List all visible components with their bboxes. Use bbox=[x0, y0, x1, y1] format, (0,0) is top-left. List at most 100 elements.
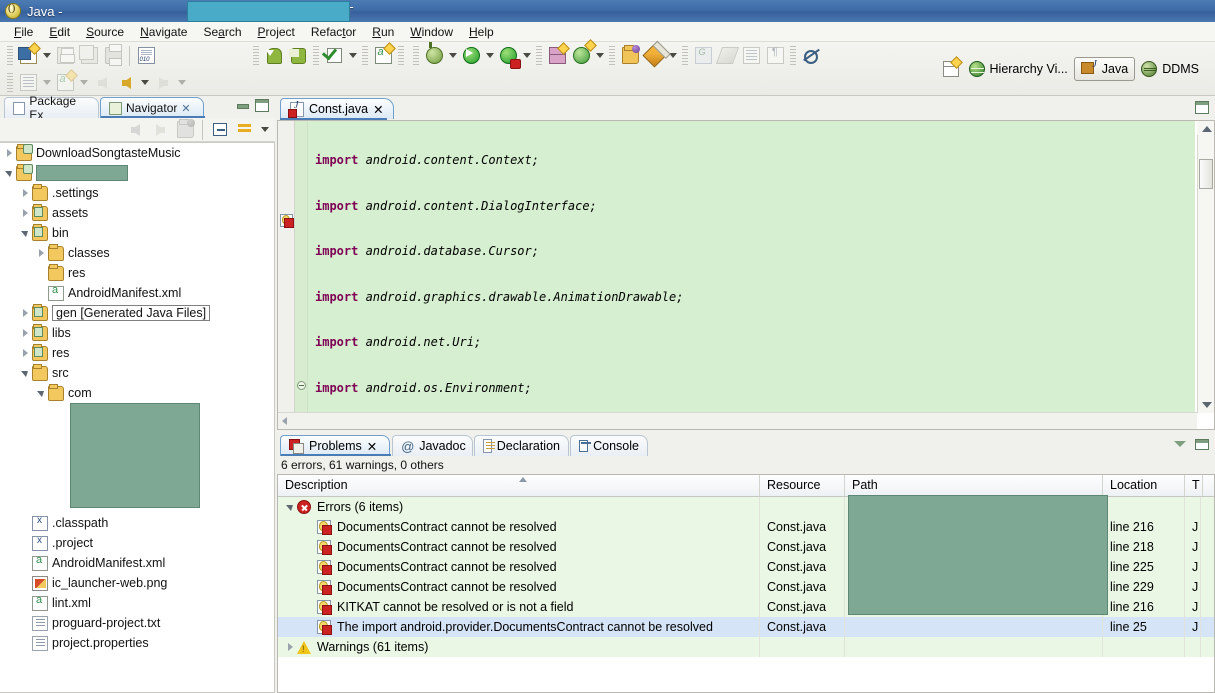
collapse-all-icon[interactable] bbox=[208, 118, 232, 142]
tab-const-java[interactable]: Const.java ✕ bbox=[280, 98, 394, 119]
tab-package-explorer[interactable]: Package Ex bbox=[4, 97, 99, 118]
forward-icon[interactable] bbox=[151, 71, 175, 95]
tree-item[interactable]: AndroidManifest.xml bbox=[0, 283, 274, 303]
tree-item[interactable]: libs bbox=[0, 323, 274, 343]
column-header-path[interactable]: Path bbox=[845, 475, 1103, 496]
save-icon[interactable] bbox=[53, 44, 77, 68]
twisty-collapsed-icon[interactable] bbox=[20, 207, 32, 219]
toolbar-grip[interactable] bbox=[7, 46, 13, 66]
scroll-left-icon[interactable] bbox=[282, 417, 287, 425]
twisty-collapsed-icon[interactable] bbox=[285, 641, 297, 653]
tree-item[interactable]: .project bbox=[0, 533, 274, 553]
close-icon[interactable]: ✕ bbox=[373, 102, 383, 117]
twisty-collapsed-icon[interactable] bbox=[20, 187, 32, 199]
scroll-up-icon[interactable] bbox=[1202, 126, 1212, 132]
tree-item[interactable]: ic_launcher-web.png bbox=[0, 573, 274, 593]
tree-item[interactable]: .classpath bbox=[0, 513, 274, 533]
toolbar-grip-9[interactable] bbox=[609, 46, 615, 66]
toolbar-grip-5[interactable] bbox=[362, 46, 368, 66]
view-menu-icon[interactable] bbox=[258, 119, 271, 141]
twisty-collapsed-icon[interactable] bbox=[20, 307, 32, 319]
next-annotation-icon[interactable] bbox=[691, 44, 715, 68]
toolbar-grip-4[interactable] bbox=[313, 46, 319, 66]
tree-item[interactable]: res bbox=[0, 263, 274, 283]
hex-editor-icon[interactable] bbox=[134, 44, 158, 68]
tab-navigator[interactable]: Navigator ✕ bbox=[100, 97, 204, 118]
previous-annotation-icon[interactable] bbox=[715, 44, 739, 68]
tree-item[interactable]: lint.xml bbox=[0, 593, 274, 613]
twisty-collapsed-icon[interactable] bbox=[4, 147, 16, 159]
build-dropdown-icon[interactable] bbox=[346, 45, 359, 67]
tree-item[interactable]: gen [Generated Java Files] bbox=[0, 303, 274, 323]
tree-item[interactable]: AndroidManifest.xml bbox=[0, 553, 274, 573]
editor-folding-ruler[interactable] bbox=[295, 121, 308, 413]
open-perspective-icon[interactable] bbox=[939, 57, 963, 81]
tree-item[interactable]: src bbox=[0, 363, 274, 383]
forward-dropdown-icon[interactable] bbox=[175, 72, 188, 94]
tree-item[interactable]: com bbox=[0, 383, 274, 403]
twisty-expanded-icon[interactable] bbox=[20, 227, 32, 239]
perspective-java[interactable]: Java bbox=[1074, 57, 1135, 81]
menu-run[interactable]: Run bbox=[364, 23, 402, 41]
tree-item[interactable]: classes bbox=[0, 243, 274, 263]
maximize-icon[interactable] bbox=[1195, 101, 1209, 114]
android-avd-manager-icon[interactable] bbox=[286, 44, 310, 68]
twisty-collapsed-icon[interactable] bbox=[36, 247, 48, 259]
back-icon[interactable] bbox=[114, 71, 138, 95]
table-row[interactable]: The import android.provider.DocumentsCon… bbox=[278, 617, 1214, 637]
run-icon[interactable] bbox=[459, 44, 483, 68]
tab-console[interactable]: Console bbox=[570, 435, 648, 456]
maximize-icon[interactable] bbox=[1195, 439, 1209, 450]
maximize-icon[interactable] bbox=[255, 99, 269, 112]
fold-collapse-icon[interactable] bbox=[297, 381, 306, 390]
toolbar-grip-7[interactable] bbox=[413, 46, 419, 66]
lint-icon[interactable] bbox=[371, 44, 395, 68]
back-history-icon[interactable] bbox=[90, 71, 114, 95]
menu-window[interactable]: Window bbox=[402, 23, 461, 41]
navigator-tree[interactable]: DownloadSongtasteMusic.settingsassetsbin… bbox=[0, 142, 275, 693]
back-icon[interactable] bbox=[123, 118, 147, 142]
annotate-icon[interactable] bbox=[642, 44, 666, 68]
toggle-block-icon[interactable] bbox=[739, 44, 763, 68]
minimize-icon[interactable] bbox=[1173, 439, 1187, 451]
menu-refactor[interactable]: Refactor bbox=[303, 23, 364, 41]
tab-declaration[interactable]: Declaration bbox=[474, 435, 569, 456]
show-whitespace-icon[interactable] bbox=[763, 44, 787, 68]
link-with-editor-icon[interactable] bbox=[233, 118, 257, 142]
tree-item[interactable] bbox=[0, 403, 274, 513]
debug-dropdown-icon[interactable] bbox=[446, 45, 459, 67]
toolbar-grip-6[interactable] bbox=[398, 46, 404, 66]
tab-javadoc[interactable]: @ Javadoc bbox=[392, 435, 473, 456]
menu-file[interactable]: File bbox=[6, 23, 41, 41]
back-dropdown-icon[interactable] bbox=[138, 72, 151, 94]
toolbar-grip-11[interactable] bbox=[790, 46, 796, 66]
up-icon[interactable] bbox=[173, 118, 197, 142]
error-marker-icon[interactable] bbox=[280, 214, 294, 228]
table-row[interactable]: Warnings (61 items) bbox=[278, 637, 1214, 657]
tree-item[interactable]: res bbox=[0, 343, 274, 363]
run-dropdown-icon[interactable] bbox=[483, 45, 496, 67]
menu-edit[interactable]: Edit bbox=[41, 23, 78, 41]
new-wizard-icon[interactable] bbox=[16, 44, 40, 68]
twisty-collapsed-icon[interactable] bbox=[20, 347, 32, 359]
problems-table[interactable]: Description Resource Path Location T Err… bbox=[277, 474, 1215, 693]
scrollbar-thumb[interactable] bbox=[1199, 159, 1213, 189]
debug-icon[interactable] bbox=[422, 44, 446, 68]
twisty-collapsed-icon[interactable] bbox=[20, 327, 32, 339]
menu-search[interactable]: Search bbox=[195, 23, 249, 41]
tree-item[interactable]: proguard-project.txt bbox=[0, 613, 274, 633]
toolbar-grip-2[interactable] bbox=[7, 73, 13, 93]
open-search-icon[interactable] bbox=[618, 44, 642, 68]
tree-item[interactable]: DownloadSongtasteMusic bbox=[0, 143, 274, 163]
run-stop-icon[interactable] bbox=[496, 44, 520, 68]
save-all-icon[interactable] bbox=[77, 44, 101, 68]
open-type-dropdown-icon[interactable] bbox=[40, 72, 53, 94]
menu-project[interactable]: Project bbox=[250, 23, 303, 41]
tab-problems[interactable]: Problems ✕ bbox=[280, 435, 390, 456]
editor-source-text[interactable]: import android.content.Context; import a… bbox=[308, 121, 1195, 413]
tree-item[interactable] bbox=[0, 163, 274, 183]
column-header-type[interactable]: T bbox=[1185, 475, 1203, 496]
scroll-down-icon[interactable] bbox=[1202, 402, 1212, 408]
new-class-icon[interactable] bbox=[569, 44, 593, 68]
print-icon[interactable] bbox=[101, 44, 125, 68]
